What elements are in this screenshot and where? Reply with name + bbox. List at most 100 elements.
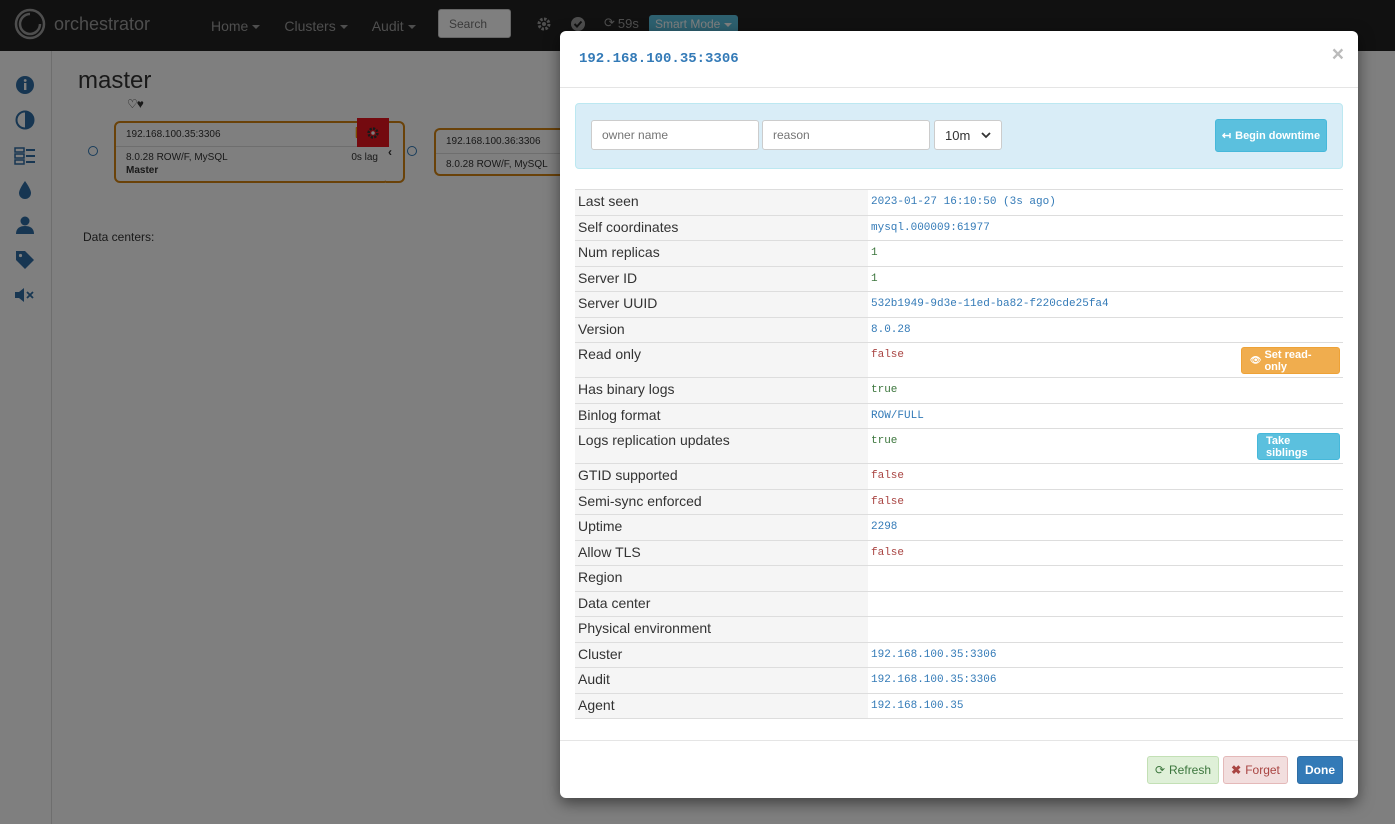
property-row: Agent 192.168.100.35 <box>575 692 1343 719</box>
property-key: Audit <box>575 667 868 693</box>
begin-downtime-label: Begin downtime <box>1235 129 1321 142</box>
property-key: Cluster <box>575 641 868 668</box>
downtime-icon: ↤ <box>1221 130 1232 142</box>
property-value: 532b1949-9d3e-11ed-ba82-f220cde25fa4 <box>868 291 1343 317</box>
close-icon[interactable]: × <box>1332 43 1344 67</box>
property-row: GTID supported false <box>575 463 1343 489</box>
property-key: Physical environment <box>575 616 868 642</box>
property-row: Server ID 1 <box>575 265 1343 292</box>
property-row: Cluster 192.168.100.35:3306 <box>575 641 1343 668</box>
property-key: Data center <box>575 590 868 617</box>
set-read-only-button[interactable]: 👁 Set read-only <box>1241 347 1340 374</box>
property-row: Binlog format ROW/FULL <box>575 402 1343 429</box>
property-row: Audit 192.168.100.35:3306 <box>575 667 1343 693</box>
property-key: Has binary logs <box>575 377 868 403</box>
property-key: Server ID <box>575 265 868 292</box>
property-value: 192.168.100.35 <box>868 692 1343 719</box>
take-siblings-label: Take siblings <box>1266 434 1308 459</box>
eye-icon: 👁 <box>1250 355 1262 365</box>
property-value: false <box>868 463 1343 489</box>
property-value-text: true <box>871 384 898 396</box>
property-value-text: 2023-01-27 16:10:50 (3s ago) <box>871 196 1056 208</box>
property-value: 8.0.28 <box>868 316 1343 343</box>
property-value <box>868 616 1343 642</box>
property-value: false <box>868 539 1343 566</box>
property-value-text: ROW/FULL <box>871 409 924 422</box>
property-row: Self coordinates mysql.000009:61977 <box>575 214 1343 241</box>
property-row: Allow TLS false <box>575 539 1343 566</box>
instance-properties-table: Last seen 2023-01-27 16:10:50 (3s ago) Sel… <box>575 189 1343 719</box>
modal-title: 192.168.100.35:3306 <box>579 51 739 67</box>
property-value-text: false <box>871 349 905 361</box>
property-key: Uptime <box>575 514 868 540</box>
duration-select[interactable]: 10m <box>934 120 1002 150</box>
property-value: 2298 <box>868 514 1343 540</box>
property-value-text: 8.0.28 <box>871 323 911 336</box>
modal-footer: ⟳ Refresh ✖ Forget Done <box>560 740 1358 798</box>
property-value: 1 <box>868 240 1343 266</box>
property-value: 192.168.100.35:3306 <box>868 641 1343 668</box>
property-key: Binlog format <box>575 402 868 429</box>
property-value <box>868 590 1343 617</box>
property-row: Server UUID 532b1949-9d3e-11ed-ba82-f220c… <box>575 291 1343 317</box>
property-value: 192.168.100.35:3306 <box>868 667 1343 693</box>
property-value-text: false <box>871 495 905 508</box>
property-value-text: false <box>871 470 905 482</box>
forget-button[interactable]: ✖ Forget <box>1223 756 1288 784</box>
property-value: mysql.000009:61977 <box>868 214 1343 241</box>
property-key: Num replicas <box>575 240 868 266</box>
property-key: GTID supported <box>575 463 868 489</box>
downtime-panel: 10m ↤ Begin downtime <box>575 103 1343 169</box>
property-value: true Take siblings <box>868 428 1343 464</box>
property-row: Has binary logs true <box>575 377 1343 403</box>
property-value: 1 <box>868 265 1343 292</box>
property-key: Semi-sync enforced <box>575 488 868 515</box>
property-row: Logs replication updates true Take sibling… <box>575 428 1343 464</box>
property-key: Region <box>575 565 868 591</box>
property-key: Logs replication updates <box>575 428 868 464</box>
property-value-text: 192.168.100.35:3306 <box>871 674 997 686</box>
property-value-text: 1 <box>871 247 878 259</box>
property-value-text: 192.168.100.35:3306 <box>871 648 997 661</box>
take-siblings-button[interactable]: Take siblings <box>1257 433 1340 460</box>
set-read-only-label: Set read-only <box>1264 348 1312 373</box>
property-value-text: true <box>871 435 898 447</box>
property-value-text: 532b1949-9d3e-11ed-ba82-f220cde25fa4 <box>871 298 1109 310</box>
property-row: Last seen 2023-01-27 16:10:50 (3s ago) <box>575 189 1343 215</box>
property-row: Data center <box>575 590 1343 617</box>
duration-value: 10m <box>945 127 971 143</box>
begin-downtime-button[interactable]: ↤ Begin downtime <box>1215 119 1327 152</box>
refresh-label: Refresh <box>1169 763 1212 777</box>
property-row: Physical environment <box>575 616 1343 642</box>
property-row: Version 8.0.28 <box>575 316 1343 343</box>
property-key: Last seen <box>575 189 868 215</box>
instance-modal: 192.168.100.35:3306 × 10m ↤ Begin downti… <box>560 31 1358 798</box>
done-button[interactable]: Done <box>1297 756 1343 784</box>
property-value-text: false <box>871 546 905 559</box>
refresh-button[interactable]: ⟳ Refresh <box>1147 756 1219 784</box>
property-value: false <box>868 488 1343 515</box>
refresh-icon: ⟳ <box>1154 763 1166 777</box>
property-value-text: 1 <box>871 272 878 285</box>
forget-label: Forget <box>1245 763 1280 777</box>
property-value: false 👁 Set read-only <box>868 342 1343 378</box>
property-row: Region <box>575 565 1343 591</box>
property-key: Allow TLS <box>575 539 868 566</box>
property-value-text: 192.168.100.35 <box>871 699 964 712</box>
chevron-down-icon <box>981 132 991 139</box>
property-key: Version <box>575 316 868 343</box>
reason-input[interactable] <box>762 120 930 150</box>
property-value: true <box>868 377 1343 403</box>
property-value-text: 2298 <box>871 521 898 533</box>
property-value: 2023-01-27 16:10:50 (3s ago) <box>868 189 1343 215</box>
property-key: Server UUID <box>575 291 868 317</box>
property-key: Read only <box>575 342 868 378</box>
close-icon: ✖ <box>1231 763 1242 777</box>
property-value: ROW/FULL <box>868 402 1343 429</box>
property-row: Read only false 👁 Set read-only <box>575 342 1343 378</box>
property-value-text: mysql.000009:61977 <box>871 221 990 234</box>
owner-name-input[interactable] <box>591 120 759 150</box>
modal-header: 192.168.100.35:3306 × <box>560 31 1358 88</box>
property-key: Self coordinates <box>575 214 868 241</box>
property-key: Agent <box>575 692 868 719</box>
